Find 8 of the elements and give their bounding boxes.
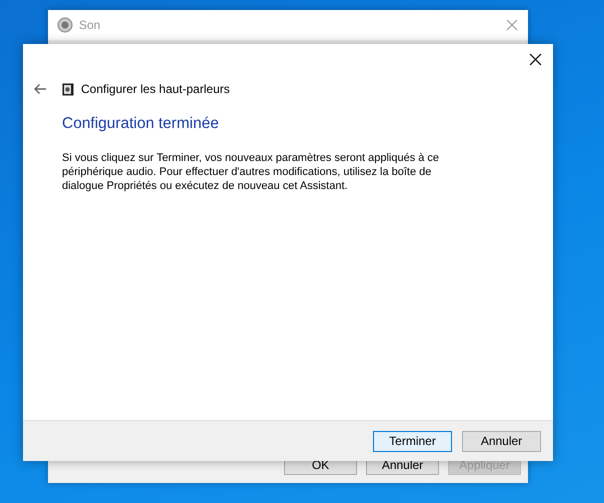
wizard-button[interactable]: Terminer bbox=[373, 430, 452, 452]
back-arrow-icon[interactable] bbox=[33, 83, 47, 95]
heading: Configuration terminée bbox=[62, 115, 220, 133]
window-title: Son bbox=[79, 18, 102, 32]
close-icon[interactable] bbox=[529, 52, 542, 66]
wizard-title: Configurer les haut-parleurs bbox=[81, 82, 230, 96]
description-text: Si vous cliquez sur Terminer, vos nouveaux paramètres seront appliqués à ce périphérique audio. Pour effectuer d'autres modifications, utilisez la boîte de dialogue Propriétés ou exécutez de nouveau cet Assistant. bbox=[62, 151, 440, 193]
wizard-button[interactable]: Annuler bbox=[462, 430, 541, 452]
